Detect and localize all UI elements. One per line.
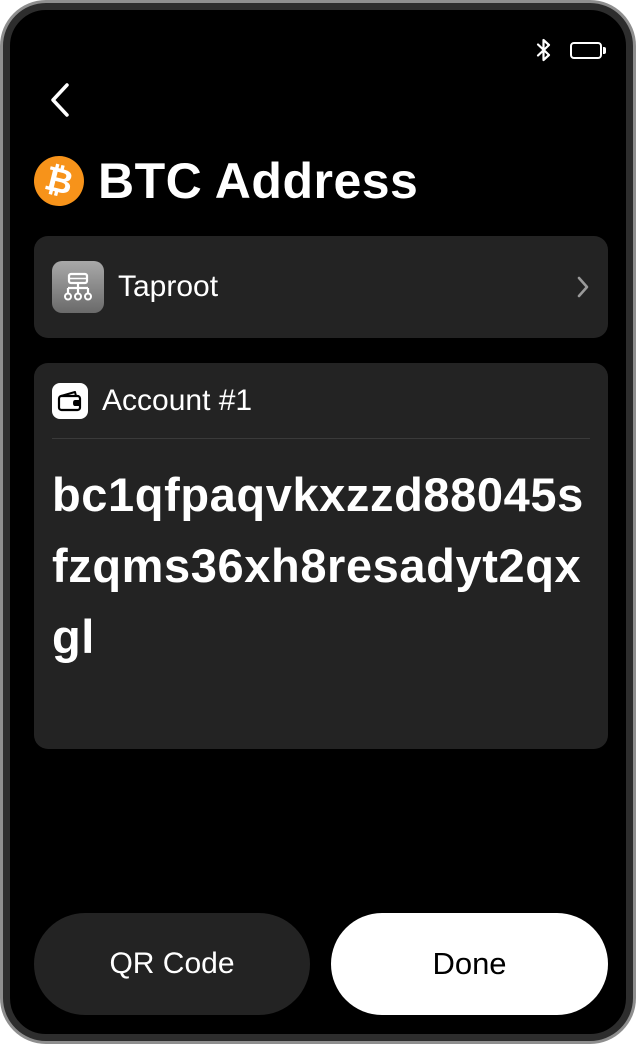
divider	[52, 438, 590, 439]
device-bezel: ₿ BTC Address Taproot Account #1 bc1qfpa…	[3, 3, 633, 1041]
title-row: ₿ BTC Address	[28, 150, 419, 212]
address-type-selector[interactable]: Taproot	[34, 236, 608, 338]
chevron-left-icon	[51, 83, 69, 117]
device-frame: ₿ BTC Address Taproot Account #1 bc1qfpa…	[0, 0, 636, 1044]
account-card: Account #1 bc1qfpaqvkxzzd88045sfzqms36xh…	[34, 363, 608, 749]
chevron-right-icon	[577, 276, 589, 298]
bluetooth-icon	[536, 38, 552, 62]
wallet-icon	[52, 383, 88, 419]
btc-address-text: bc1qfpaqvkxzzd88045sfzqms36xh8resadyt2qx…	[52, 468, 584, 663]
hierarchy-icon	[52, 261, 104, 313]
page-title: BTC Address	[98, 153, 419, 209]
account-label: Account #1	[102, 384, 253, 417]
back-button[interactable]	[40, 80, 80, 120]
done-button[interactable]: Done	[331, 913, 608, 1015]
screen: ₿ BTC Address Taproot Account #1 bc1qfpa…	[14, 14, 622, 1030]
battery-full-icon	[570, 40, 608, 60]
qr-code-button[interactable]: QR Code	[34, 913, 310, 1015]
address-type-label: Taproot	[118, 270, 219, 303]
bitcoin-logo-icon: ₿	[28, 150, 90, 212]
account-header: Account #1	[34, 363, 608, 419]
status-bar	[536, 38, 608, 62]
